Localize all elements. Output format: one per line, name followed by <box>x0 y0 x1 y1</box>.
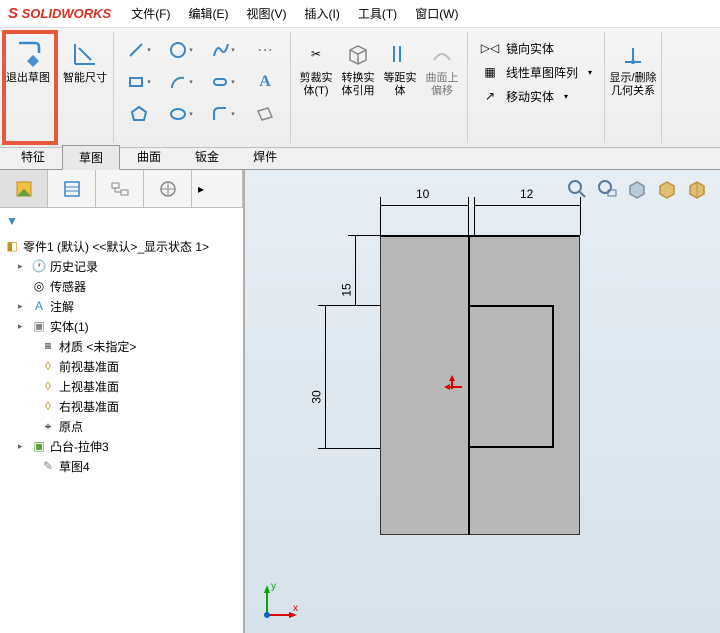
polygon-button[interactable] <box>120 100 158 128</box>
menu-edit[interactable]: 编辑(E) <box>189 5 229 22</box>
tree-top-plane[interactable]: ◊上视基准面 <box>4 376 239 396</box>
smart-dimension-button[interactable]: 智能尺寸 <box>61 34 109 102</box>
plane-icon: ◊ <box>40 378 56 394</box>
coordinate-triad: y x <box>259 583 299 623</box>
surface-offset-button[interactable]: 曲面上偏移 <box>421 34 463 102</box>
app-logo: S SOLIDWORKS <box>8 5 111 22</box>
panel-tab-more[interactable]: ▸ <box>192 170 243 207</box>
zoom-fit-button[interactable] <box>564 176 590 202</box>
dimension-icon <box>69 38 101 70</box>
display-style-button[interactable] <box>654 176 680 202</box>
menu-view[interactable]: 视图(V) <box>247 5 287 22</box>
feature-tree: ◧ 零件1 (默认) <<默认>_显示状态 1> ▸🕐历史记录 ◎传感器 ▸A注… <box>0 234 243 633</box>
feature-manager-panel: ▸ ▼ ◧ 零件1 (默认) <<默认>_显示状态 1> ▸🕐历史记录 ◎传感器… <box>0 170 245 633</box>
zoom-area-button[interactable] <box>594 176 620 202</box>
extrude-icon: ▣ <box>31 438 47 454</box>
cube-icon <box>342 38 374 70</box>
dimension-30[interactable]: 30 <box>310 390 324 403</box>
tree-root[interactable]: ◧ 零件1 (默认) <<默认>_显示状态 1> <box>4 236 239 256</box>
dimension-15[interactable]: 15 <box>340 283 354 296</box>
tree-solid[interactable]: ▸▣实体(1) <box>4 316 239 336</box>
plane-icon: ◊ <box>40 398 56 414</box>
scissors-icon: ✂ <box>300 38 332 70</box>
tree-extrude[interactable]: ▸▣凸台-拉伸3 <box>4 436 239 456</box>
point-button[interactable]: ⋯ <box>246 36 284 64</box>
trim-button[interactable]: ✂ 剪裁实体(T) <box>295 34 337 102</box>
tree-front-plane[interactable]: ◊前视基准面 <box>4 356 239 376</box>
tree-annotations[interactable]: ▸A注解 <box>4 296 239 316</box>
tab-sketch[interactable]: 草图 <box>62 145 120 170</box>
spline-button[interactable]: ▾ <box>204 36 242 64</box>
plane-icon: ◊ <box>40 358 56 374</box>
dimension-10[interactable]: 10 <box>416 187 429 201</box>
tree-sensors[interactable]: ◎传感器 <box>4 276 239 296</box>
menu-bar: 文件(F) 编辑(E) 视图(V) 插入(I) 工具(T) 窗口(W) <box>131 5 458 22</box>
offset-button[interactable]: 等距实体 <box>379 34 421 102</box>
tab-surface[interactable]: 曲面 <box>120 144 178 169</box>
view-orientation-button[interactable] <box>624 176 650 202</box>
menu-insert[interactable]: 插入(I) <box>305 5 340 22</box>
material-icon: ≡ <box>40 338 56 354</box>
panel-tab-tree[interactable] <box>0 170 48 207</box>
tab-weld[interactable]: 焊件 <box>236 144 294 169</box>
origin-icon: ⌖ <box>40 418 56 434</box>
panel-tab-property[interactable] <box>48 170 96 207</box>
mirror-button[interactable]: ▷◁ 镜向实体 <box>476 36 558 60</box>
sketch-icon: ✎ <box>40 458 56 474</box>
offset-icon <box>384 38 416 70</box>
ribbon: 退出草图 智能尺寸 ▾ ▾ ▾ ⋯ ▾ ▾ ▾ A ▾ ▾ <box>0 28 720 148</box>
fillet-button[interactable]: ▾ <box>204 100 242 128</box>
rectangle-button[interactable]: ▾ <box>120 68 158 96</box>
slot-button[interactable]: ▾ <box>204 68 242 96</box>
convert-button[interactable]: 转换实体引用 <box>337 34 379 102</box>
command-tabs: 特征 草图 曲面 钣金 焊件 <box>0 148 720 170</box>
surface-icon <box>426 38 458 70</box>
annotation-icon: A <box>31 298 47 314</box>
pattern-icon: ▦ <box>480 65 500 79</box>
move-icon: ↗ <box>480 89 500 103</box>
pattern-button[interactable]: ▦ 线性草图阵列▾ <box>476 60 596 84</box>
tree-right-plane[interactable]: ◊右视基准面 <box>4 396 239 416</box>
tree-origin[interactable]: ⌖原点 <box>4 416 239 436</box>
tree-material[interactable]: ≡材质 <未指定> <box>4 336 239 356</box>
title-bar: S SOLIDWORKS 文件(F) 编辑(E) 视图(V) 插入(I) 工具(… <box>0 0 720 28</box>
sensor-icon: ◎ <box>31 278 47 294</box>
line-button[interactable]: ▾ <box>120 36 158 64</box>
history-icon: 🕐 <box>31 258 47 274</box>
dimension-12[interactable]: 12 <box>520 187 533 201</box>
sketch-origin-icon <box>440 375 464 402</box>
solid-icon: ▣ <box>31 318 47 334</box>
menu-file[interactable]: 文件(F) <box>131 5 170 22</box>
ellipse-button[interactable]: ▾ <box>162 100 200 128</box>
arc-button[interactable]: ▾ <box>162 68 200 96</box>
text-button[interactable]: A <box>246 68 284 96</box>
tab-feature[interactable]: 特征 <box>4 144 62 169</box>
menu-window[interactable]: 窗口(W) <box>415 5 458 22</box>
part-icon: ◧ <box>4 238 20 254</box>
circle-button[interactable]: ▾ <box>162 36 200 64</box>
move-button[interactable]: ↗ 移动实体▾ <box>476 84 572 108</box>
panel-tab-config[interactable] <box>96 170 144 207</box>
tree-history[interactable]: ▸🕐历史记录 <box>4 256 239 276</box>
display-relations-button[interactable]: 显示/删除几何关系 <box>609 34 657 102</box>
exit-sketch-icon <box>12 38 44 70</box>
perpendicular-icon <box>617 38 649 70</box>
mirror-icon: ▷◁ <box>480 41 500 55</box>
graphics-viewport[interactable]: 10 12 15 30 <box>245 170 720 633</box>
exit-sketch-button[interactable]: 退出草图 <box>4 34 52 102</box>
panel-tab-dim[interactable] <box>144 170 192 207</box>
tab-sheet[interactable]: 钣金 <box>178 144 236 169</box>
section-view-button[interactable] <box>684 176 710 202</box>
menu-tools[interactable]: 工具(T) <box>358 5 397 22</box>
plane-button[interactable] <box>246 100 284 128</box>
filter-icon[interactable]: ▼ <box>6 214 18 228</box>
tree-sketch4[interactable]: ✎草图4 <box>4 456 239 476</box>
